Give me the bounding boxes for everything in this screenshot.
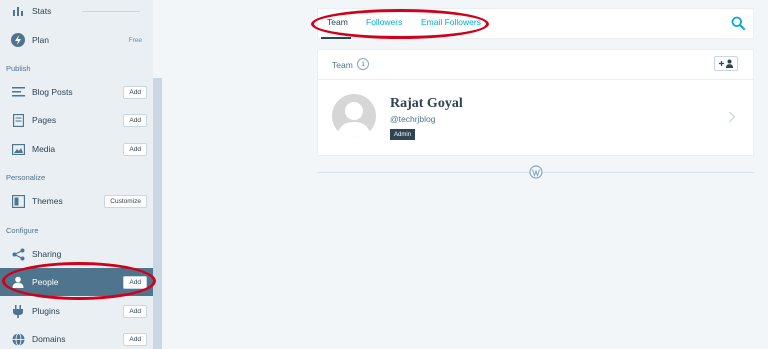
member-name[interactable]: Rajat Goyal bbox=[390, 96, 463, 112]
add-domain-button[interactable]: Add bbox=[123, 332, 147, 346]
role-badge: Admin bbox=[390, 129, 416, 140]
tab-followers[interactable]: Followers bbox=[366, 17, 402, 27]
team-count-badge: 1 bbox=[357, 58, 369, 70]
plan-badge: Free bbox=[128, 36, 142, 44]
person-icon bbox=[11, 275, 25, 289]
sidebar-item-label: Plugins bbox=[32, 306, 60, 316]
sidebar-item-label: Blog Posts bbox=[32, 87, 73, 97]
plug-icon bbox=[11, 304, 25, 318]
sidebar-item-sharing[interactable]: Sharing bbox=[0, 240, 153, 268]
add-page-button[interactable]: Add bbox=[123, 113, 147, 127]
tab-team[interactable]: Team bbox=[327, 17, 348, 27]
member-username: @techrjblog bbox=[390, 114, 436, 124]
sidebar-item-media[interactable]: Media Add bbox=[0, 135, 153, 163]
sidebar-item-plugins[interactable]: Plugins Add bbox=[0, 297, 153, 325]
section-header-personalize: Personalize bbox=[6, 173, 46, 182]
sidebar-item-label: People bbox=[32, 277, 59, 287]
globe-icon bbox=[11, 332, 25, 346]
stats-icon bbox=[11, 4, 25, 18]
sidebar-scrollbar-thumb[interactable] bbox=[153, 78, 162, 349]
section-header-publish: Publish bbox=[6, 64, 31, 73]
tab-selected-indicator bbox=[321, 37, 351, 39]
sidebar-item-blog-posts[interactable]: Blog Posts Add bbox=[0, 78, 153, 106]
sidebar-item-stats[interactable]: Stats bbox=[0, 0, 153, 25]
image-icon bbox=[11, 142, 25, 156]
sidebar-item-label: Pages bbox=[32, 115, 57, 125]
sidebar-item-label: Domains bbox=[32, 334, 66, 344]
sidebar-item-label: Themes bbox=[32, 196, 63, 206]
team-title: Team bbox=[332, 60, 353, 70]
team-header: Team 1 bbox=[318, 50, 753, 80]
search-icon[interactable] bbox=[731, 16, 745, 30]
lightning-icon bbox=[11, 33, 25, 47]
add-media-button[interactable]: Add bbox=[123, 142, 147, 156]
sidebar-item-label: Sharing bbox=[32, 249, 62, 259]
page-icon bbox=[11, 113, 25, 127]
add-person-icon bbox=[719, 59, 733, 68]
wordpress-logo-icon bbox=[529, 165, 543, 179]
add-plugin-button[interactable]: Add bbox=[123, 304, 147, 318]
sidebar-item-label: Plan bbox=[32, 35, 50, 45]
section-header-configure: Configure bbox=[6, 226, 39, 235]
sidebar-item-themes[interactable]: Themes Customize bbox=[0, 187, 153, 215]
avatar bbox=[332, 94, 376, 138]
sidebar-item-domains[interactable]: Domains Add bbox=[0, 325, 153, 349]
sidebar-item-label: Stats bbox=[32, 6, 52, 16]
posts-icon bbox=[11, 85, 25, 99]
customize-button[interactable]: Customize bbox=[104, 194, 147, 208]
chevron-right-icon[interactable] bbox=[727, 110, 737, 124]
team-card: Team 1 Rajat Goyal @techrjblog Admin bbox=[317, 49, 754, 156]
sidebar-item-label: Media bbox=[32, 144, 56, 154]
sidebar-item-pages[interactable]: Pages Add bbox=[0, 106, 153, 134]
sidebar: Stats Plan Free Publish Blog Posts Add P… bbox=[0, 0, 153, 349]
share-icon bbox=[11, 247, 25, 261]
sidebar-item-people[interactable]: People Add bbox=[0, 268, 153, 296]
tab-email-followers[interactable]: Email Followers bbox=[421, 17, 481, 27]
add-post-button[interactable]: Add bbox=[123, 85, 147, 99]
sidebar-item-plan[interactable]: Plan Free bbox=[0, 26, 153, 54]
invite-user-button[interactable] bbox=[714, 56, 738, 71]
stats-sparkline bbox=[82, 11, 140, 12]
themes-icon bbox=[11, 194, 25, 208]
add-people-button[interactable]: Add bbox=[123, 275, 147, 289]
